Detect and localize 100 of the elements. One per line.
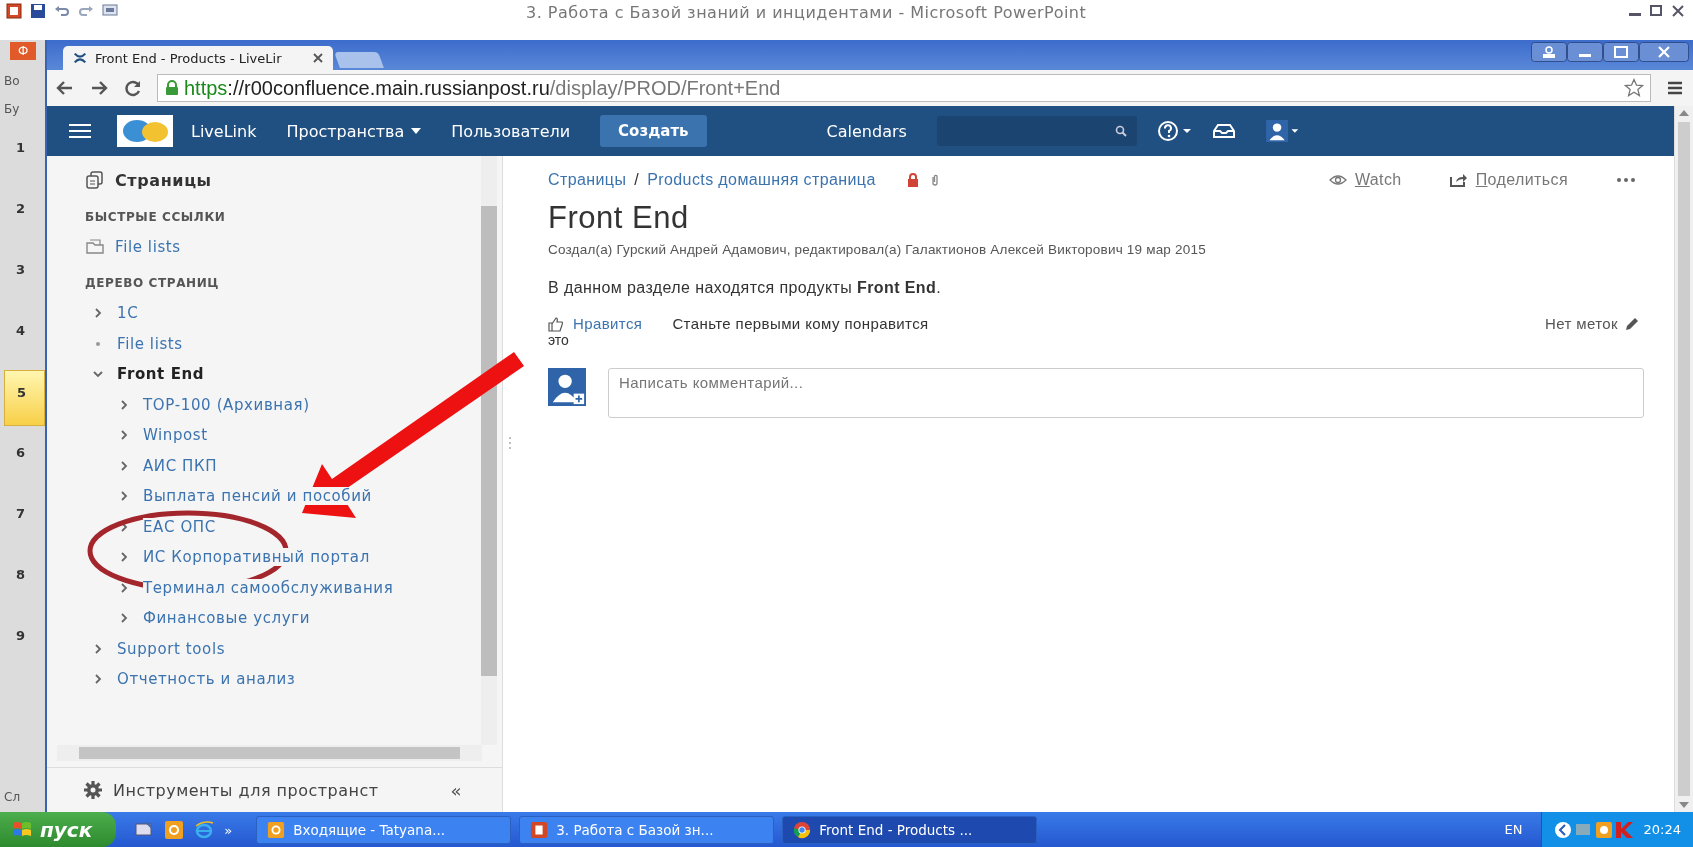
user-avatar-icon (548, 368, 586, 406)
breadcrumb-link[interactable]: Страницы (548, 171, 627, 189)
like-prompt: это (548, 332, 570, 348)
taskbar-button[interactable]: Front End - Products ... (782, 815, 1038, 844)
chevron-icon[interactable] (119, 430, 129, 441)
slideshow-icon[interactable] (102, 3, 118, 19)
scroll-up-icon[interactable] (1679, 110, 1689, 116)
chevron-icon[interactable] (93, 674, 103, 685)
chevron-icon[interactable] (119, 582, 129, 593)
slide-number[interactable]: 5 (4, 370, 45, 426)
close-icon[interactable] (313, 53, 323, 63)
menu-icon[interactable] (69, 123, 91, 139)
search-icon (1114, 125, 1127, 137)
byline: Создал(а) Гурский Андрей Адамович, редактировал(а) Галактионов Алексей Викторович 19 мар 2015 (548, 242, 1207, 257)
vertical-scrollbar[interactable] (481, 156, 497, 745)
breadcrumb-separator: / (634, 171, 640, 189)
slide-number[interactable]: 4 (4, 309, 45, 365)
app-name[interactable]: LiveLink (191, 121, 257, 141)
comment-field[interactable]: Написать комментарий... (608, 368, 1644, 418)
labels-text: Нет меток (1544, 315, 1618, 332)
tree-item[interactable]: Выплата пенсий и пособий (143, 487, 372, 506)
create-button[interactable]: Создать (600, 115, 707, 147)
page-title: Front End (548, 200, 690, 236)
tree-item[interactable]: Support tools (117, 639, 226, 658)
section-heading: ДЕРЕВО СТРАНИЦ (85, 275, 221, 292)
tree-item[interactable]: ИС Корпоративный портал (143, 548, 370, 567)
url-field[interactable]: https://r00confluence.main.russianpost.ru/display/PROD/Front+End (157, 74, 1651, 102)
close-icon[interactable] (1639, 42, 1689, 62)
more-button[interactable]: » (224, 822, 233, 838)
pencil-icon[interactable] (1624, 315, 1640, 332)
tree-item[interactable]: Winpost (143, 426, 208, 445)
more-icon[interactable] (1616, 177, 1636, 183)
calendars-link[interactable]: Calendars (826, 121, 907, 141)
help-icon[interactable] (1156, 120, 1193, 142)
chevron-icon[interactable] (119, 613, 129, 624)
share-icon (1449, 171, 1468, 189)
settings-icon[interactable] (83, 780, 103, 800)
chevron-icon[interactable] (119, 460, 129, 471)
like-button[interactable]: Нравится (548, 315, 643, 332)
horizontal-scrollbar[interactable] (57, 745, 482, 761)
slide-number[interactable]: 3 (4, 248, 45, 304)
language-indicator[interactable]: EN (1504, 822, 1523, 837)
maximize-icon[interactable] (1603, 42, 1639, 62)
folder-icon (85, 237, 105, 257)
chevron-icon[interactable] (119, 399, 129, 410)
user-avatar-icon[interactable] (1264, 120, 1301, 142)
reload-icon[interactable] (123, 78, 143, 98)
slide-number[interactable]: 9 (4, 614, 45, 670)
slide-number[interactable]: 8 (4, 553, 45, 609)
share-button[interactable]: Поделиться (1449, 171, 1568, 189)
logo[interactable] (117, 115, 173, 147)
start-button[interactable]: пуск (0, 812, 117, 847)
browser-tab[interactable]: Front End - Products - LiveLir (63, 46, 333, 70)
chevron-icon[interactable] (93, 369, 103, 380)
powerpoint-icon[interactable] (6, 3, 22, 19)
lock-icon (164, 80, 180, 96)
chevron-icon[interactable] (119, 552, 129, 563)
thumbs-up-icon (548, 315, 564, 332)
slide-number[interactable]: 6 (4, 431, 45, 487)
browser-icon[interactable] (194, 819, 215, 840)
search-field[interactable] (936, 116, 1137, 146)
slide-number[interactable]: 7 (4, 492, 45, 548)
nav-menu[interactable]: Пользователи (451, 121, 571, 141)
star-icon[interactable] (1624, 78, 1644, 98)
caret-icon (411, 128, 422, 134)
pages-icon (85, 170, 105, 190)
collapse-button[interactable]: « (450, 779, 462, 801)
status-text: Сл (4, 790, 21, 804)
minimize-icon[interactable] (1567, 42, 1603, 62)
taskbar-button[interactable]: Входящие - Tatyana... (256, 815, 512, 844)
chevron-icon[interactable] (119, 491, 129, 502)
chevron-icon[interactable] (93, 308, 103, 319)
window-buttons-icon[interactable] (1627, 3, 1687, 19)
scroll-down-icon[interactable] (1679, 802, 1689, 808)
chrome-icon (793, 820, 812, 839)
slide-number[interactable]: 2 (4, 187, 45, 243)
tree-item[interactable]: Терминал самообслуживания (143, 578, 394, 597)
quick-link[interactable]: File lists (115, 238, 181, 256)
clock: 20:24 (1643, 822, 1681, 837)
profile-icon[interactable] (1531, 42, 1567, 62)
file-tab[interactable]: Ф (10, 42, 37, 60)
page-scrollbar[interactable] (1674, 106, 1693, 812)
save-icon[interactable] (30, 3, 46, 19)
resize-handle[interactable] (508, 436, 512, 450)
powerpoint-icon (530, 820, 549, 839)
taskbar-button[interactable]: 3. Работа с Базой зн... (519, 815, 775, 844)
undo-icon[interactable] (54, 3, 70, 19)
notifications-icon[interactable] (1212, 123, 1235, 139)
tree-item[interactable]: ТОР-100 (Архивная) (143, 395, 310, 414)
tray-icons[interactable] (1553, 819, 1634, 840)
ribbon-label: Во (4, 74, 20, 88)
chevron-icon[interactable] (93, 643, 103, 654)
slide-number[interactable]: 1 (4, 126, 45, 182)
lock-icon[interactable] (905, 173, 920, 187)
tree-item[interactable]: Финансовые услуги (143, 609, 310, 628)
watch-button[interactable]: Watch (1328, 171, 1402, 189)
nav-menu[interactable]: Пространства (286, 121, 422, 141)
breadcrumb-link[interactable]: Products домашняя страница (647, 171, 876, 189)
space-tools-link[interactable]: Инструменты для пространст (113, 780, 379, 800)
outlook-icon[interactable] (164, 819, 185, 840)
